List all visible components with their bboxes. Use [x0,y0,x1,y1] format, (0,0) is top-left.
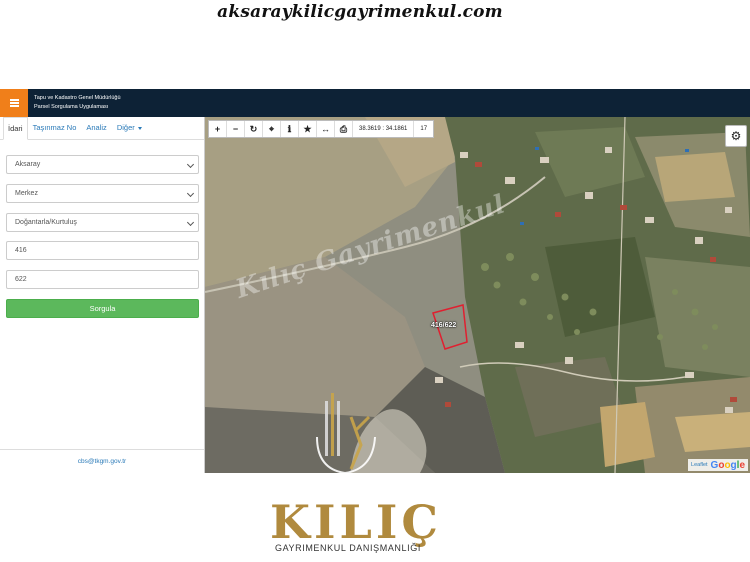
hamburger-icon [9,102,19,104]
district-select[interactable]: Merkez [6,184,199,203]
page: aksaraykilicgayrimenkul.com Tapu ve Kada… [0,0,750,562]
locate-icon[interactable]: ⌖ [263,121,281,137]
parcel-label[interactable]: 416/622 [431,322,456,329]
chevron-down-icon [186,218,195,227]
info-icon[interactable]: ℹ [281,121,299,137]
zoom-level: 17 [420,126,428,132]
print-icon[interactable]: ⎙ [335,121,353,137]
app-header: Tapu ve Kadastro Genel Müdürlüğü Parsel … [0,89,750,117]
chevron-down-icon [186,189,195,198]
parcel-value: 622 [15,276,27,283]
google-logo: Google [710,459,745,471]
chevron-down-icon [186,160,195,169]
map-toolbar: + − ↻ ⌖ ℹ ★ ↔ ⎙ 38.3619 : 34.1861 17 [208,120,435,138]
map-view[interactable]: Kılıç Gayrimenkul 416/622 + − ↻ ⌖ ℹ ★ ↔ … [205,117,750,473]
query-button[interactable]: Sorgula [6,299,199,318]
gear-icon[interactable]: ⚙ [725,125,747,147]
brand-logo-area: KILIÇ GAYRIMENKUL DANIŞMANLIĞI [0,473,750,562]
block-input[interactable]: 416 [6,241,199,260]
caret-down-icon [137,126,142,130]
measure-icon[interactable]: ↔ [317,121,335,137]
top-watermark: aksaraykilicgayrimenkul.com [217,2,503,22]
neighborhood-value: Doğantarla/Kurtuluş [15,219,77,226]
brand-subtitle: GAYRIMENKUL DANIŞMANLIĞI [275,543,421,553]
province-value: Aksaray [15,161,41,168]
sidebar-tabs: İdari Taşınmaz No Analiz Diğer [0,117,204,140]
brand-name: KILIÇ [270,495,442,549]
plus-icon[interactable]: + [209,121,227,137]
sidebar: İdari Taşınmaz No Analiz Diğer Aksaray M… [0,117,205,473]
block-value: 416 [15,247,27,254]
satellite-imagery [205,117,750,473]
tab-analiz[interactable]: Analiz [81,123,111,139]
app-title-line1: Tapu ve Kadastro Genel Müdürlüğü [34,95,121,101]
tab-tasinmaz-no[interactable]: Taşınmaz No [28,123,82,139]
menu-button[interactable] [0,89,28,117]
app-title: Tapu ve Kadastro Genel Müdürlüğü Parsel … [34,94,121,112]
leaflet-link[interactable]: Leaflet [691,462,708,468]
footer-email-link[interactable]: cbs@tkgm.gov.tr [0,449,204,473]
parcel-input[interactable]: 622 [6,270,199,289]
app-title-line2: Parsel Sorgulama Uygulaması [34,104,109,110]
tab-idari[interactable]: İdari [3,117,28,140]
coordinate-readout: 38.3619 : 34.1861 [353,121,415,137]
tab-diger[interactable]: Diğer [112,123,147,139]
neighborhood-select[interactable]: Doğantarla/Kurtuluş [6,213,199,232]
map-attribution: Leaflet Google [688,459,748,471]
tab-diger-label: Diğer [116,123,135,132]
star-icon[interactable]: ★ [299,121,317,137]
province-select[interactable]: Aksaray [6,155,199,174]
refresh-icon[interactable]: ↻ [245,121,263,137]
district-value: Merkez [15,190,38,197]
minus-icon[interactable]: − [227,121,245,137]
